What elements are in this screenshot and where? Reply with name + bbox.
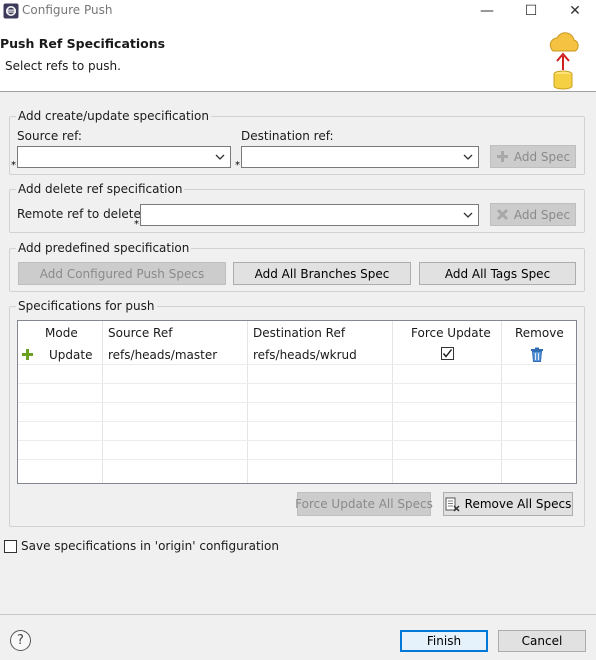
force-update-checkbox[interactable] bbox=[441, 347, 454, 360]
cancel-button[interactable]: Cancel bbox=[498, 630, 586, 652]
save-specifications-label[interactable]: Save specifications in 'origin' configur… bbox=[21, 539, 279, 553]
source-ref-combo[interactable] bbox=[17, 146, 231, 168]
close-button[interactable]: ✕ bbox=[553, 0, 596, 22]
page-title: Push Ref Specifications bbox=[0, 36, 166, 51]
remote-ref-label: Remote ref to delete: bbox=[17, 207, 145, 221]
maximize-button[interactable]: ☐ bbox=[509, 0, 553, 22]
row-divider bbox=[18, 364, 576, 365]
cloud-push-icon bbox=[549, 32, 579, 90]
cancel-label: Cancel bbox=[521, 634, 563, 648]
add-configured-push-specs-label: Add Configured Push Specs bbox=[39, 266, 205, 281]
destination-ref-combo[interactable] bbox=[241, 146, 479, 168]
save-specifications-checkbox[interactable] bbox=[4, 540, 17, 553]
add-all-branches-spec-button[interactable]: Add All Branches Spec bbox=[233, 262, 411, 285]
add-all-tags-spec-label: Add All Tags Spec bbox=[444, 266, 551, 281]
column-header-force-update[interactable]: Force Update bbox=[411, 326, 491, 340]
remove-all-specs-label: Remove All Specs bbox=[464, 497, 572, 511]
row-divider bbox=[18, 402, 576, 403]
force-update-all-specs-label: Force Update All Specs bbox=[295, 497, 433, 511]
check-icon bbox=[442, 349, 453, 358]
column-header-remove[interactable]: Remove bbox=[515, 326, 564, 340]
remote-required-marker: * bbox=[134, 219, 139, 230]
destination-ref-label: Destination ref: bbox=[241, 129, 334, 143]
minimize-button[interactable]: — bbox=[465, 0, 509, 22]
specifications-table: Mode Source Ref Destination Ref Force Up… bbox=[17, 320, 577, 484]
specifications-legend: Specifications for push bbox=[16, 299, 157, 313]
column-header-destination-ref[interactable]: Destination Ref bbox=[253, 326, 345, 340]
source-required-marker: * bbox=[11, 160, 16, 171]
remove-all-specs-button[interactable]: Remove All Specs bbox=[443, 492, 573, 516]
add-delete-spec-label: Add Spec bbox=[513, 207, 571, 222]
maximize-icon: ☐ bbox=[524, 3, 538, 19]
remote-ref-combo[interactable] bbox=[140, 204, 479, 226]
chevron-down-icon bbox=[215, 154, 225, 160]
row-divider bbox=[18, 421, 576, 422]
row-mode: Update bbox=[49, 348, 93, 362]
eclipse-app-icon bbox=[3, 3, 19, 19]
plus-icon bbox=[22, 349, 33, 360]
delete-ref-legend: Add delete ref specification bbox=[16, 182, 185, 196]
page-subtitle: Select refs to push. bbox=[5, 59, 121, 73]
footer-divider bbox=[0, 614, 596, 615]
force-update-all-specs-button[interactable]: Force Update All Specs bbox=[295, 492, 433, 516]
help-glyph: ? bbox=[17, 633, 24, 648]
title-bar: Configure Push — ☐ ✕ bbox=[0, 0, 596, 22]
destination-required-marker: * bbox=[235, 160, 240, 171]
close-icon: ✕ bbox=[569, 3, 581, 19]
column-header-mode[interactable]: Mode bbox=[45, 326, 78, 340]
row-divider bbox=[18, 459, 576, 460]
help-icon[interactable]: ? bbox=[10, 630, 31, 651]
add-delete-spec-button[interactable]: Add Spec bbox=[490, 203, 576, 226]
create-update-legend: Add create/update specification bbox=[16, 109, 211, 123]
row-divider bbox=[18, 440, 576, 441]
add-configured-push-specs-button[interactable]: Add Configured Push Specs bbox=[18, 262, 226, 285]
dialog-header: Push Ref Specifications Select refs to p… bbox=[0, 22, 596, 92]
add-all-tags-spec-button[interactable]: Add All Tags Spec bbox=[419, 262, 576, 285]
source-ref-label: Source ref: bbox=[17, 129, 82, 143]
row-divider bbox=[18, 383, 576, 384]
remove-all-icon bbox=[445, 497, 460, 512]
chevron-down-icon bbox=[463, 212, 473, 218]
row-destination-ref: refs/heads/wkrud bbox=[253, 348, 357, 362]
minimize-icon: — bbox=[480, 3, 494, 19]
add-spec-label: Add Spec bbox=[513, 149, 571, 164]
delete-x-icon bbox=[496, 208, 508, 221]
plus-icon bbox=[496, 151, 508, 162]
add-spec-button[interactable]: Add Spec bbox=[490, 145, 576, 168]
column-header-source-ref[interactable]: Source Ref bbox=[108, 326, 172, 340]
predefined-legend: Add predefined specification bbox=[16, 241, 192, 255]
finish-label: Finish bbox=[426, 634, 462, 648]
row-source-ref: refs/heads/master bbox=[108, 348, 218, 362]
add-all-branches-spec-label: Add All Branches Spec bbox=[254, 266, 390, 281]
chevron-down-icon bbox=[463, 154, 473, 160]
window-title: Configure Push bbox=[22, 3, 113, 17]
finish-button[interactable]: Finish bbox=[400, 630, 488, 652]
trash-icon[interactable] bbox=[530, 347, 544, 362]
table-row[interactable]: Update refs/heads/master refs/heads/wkru… bbox=[18, 345, 576, 364]
